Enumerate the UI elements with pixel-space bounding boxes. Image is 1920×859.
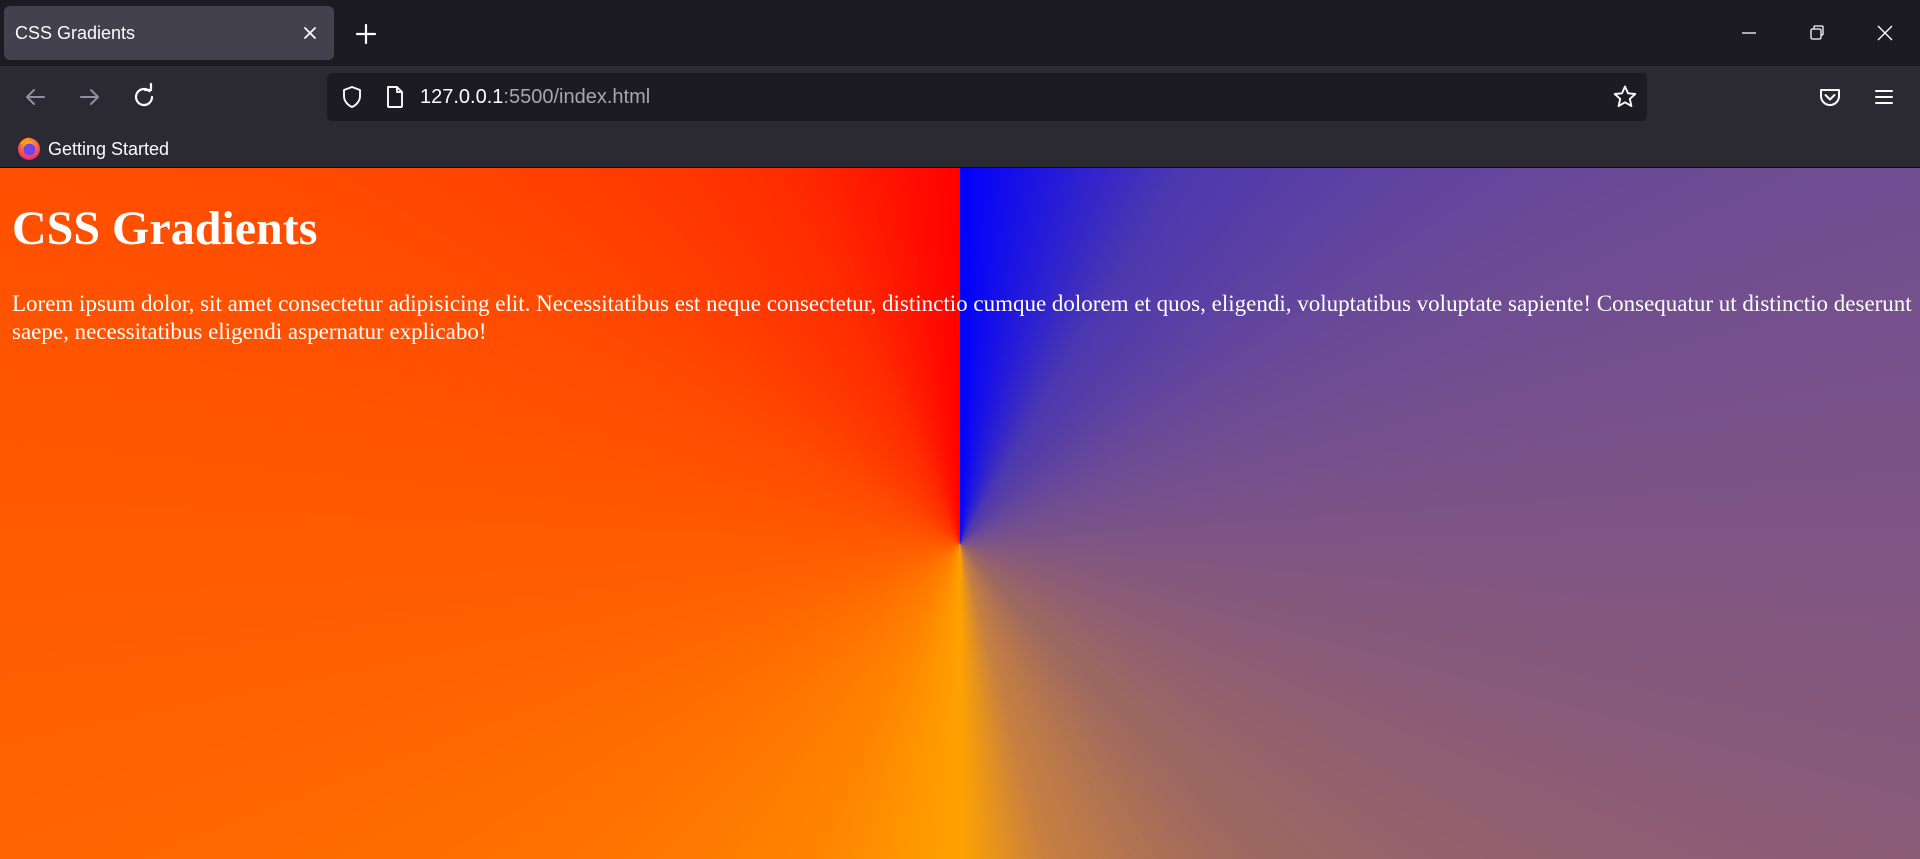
firefox-icon xyxy=(16,135,42,161)
close-tab-icon[interactable] xyxy=(298,21,322,45)
close-window-icon[interactable] xyxy=(1870,18,1900,48)
forward-arrow-icon[interactable] xyxy=(75,82,105,112)
minimize-icon[interactable] xyxy=(1734,18,1764,48)
tab-title: CSS Gradients xyxy=(15,23,136,43)
browser-window: CSS Gradients 127.0.0.1:5500/index.html … xyxy=(0,0,1920,859)
hamburger-menu-icon[interactable] xyxy=(1869,82,1899,112)
tracking-protection-shield-icon[interactable] xyxy=(339,84,365,110)
page-viewport: CSS Gradients Lorem ipsum dolor, sit ame… xyxy=(0,168,1920,859)
navigation-toolbar: 127.0.0.1:5500/index.html xyxy=(0,66,1920,128)
pocket-icon[interactable] xyxy=(1815,82,1845,112)
page-heading: CSS Gradients xyxy=(12,202,318,255)
tab-strip: CSS Gradients xyxy=(0,0,1920,66)
back-arrow-icon[interactable] xyxy=(20,82,50,112)
reload-icon[interactable] xyxy=(129,82,159,112)
page-info-icon[interactable] xyxy=(383,84,407,110)
url-text[interactable]: 127.0.0.1:5500/index.html xyxy=(420,86,650,108)
page-paragraph: Lorem ipsum dolor, sit amet consectetur … xyxy=(12,291,1912,344)
bookmark-label: Getting Started xyxy=(48,139,170,159)
address-bar[interactable]: 127.0.0.1:5500/index.html xyxy=(327,73,1647,121)
url-host: 127.0.0.1 xyxy=(420,86,504,108)
bookmarks-toolbar: Getting Started xyxy=(0,128,1920,168)
tab-css-gradients[interactable]: CSS Gradients xyxy=(4,6,334,60)
url-path: :5500/index.html xyxy=(503,86,651,108)
new-tab-icon[interactable] xyxy=(352,20,380,48)
restore-icon[interactable] xyxy=(1802,18,1832,48)
bookmark-star-icon[interactable] xyxy=(1611,83,1639,111)
